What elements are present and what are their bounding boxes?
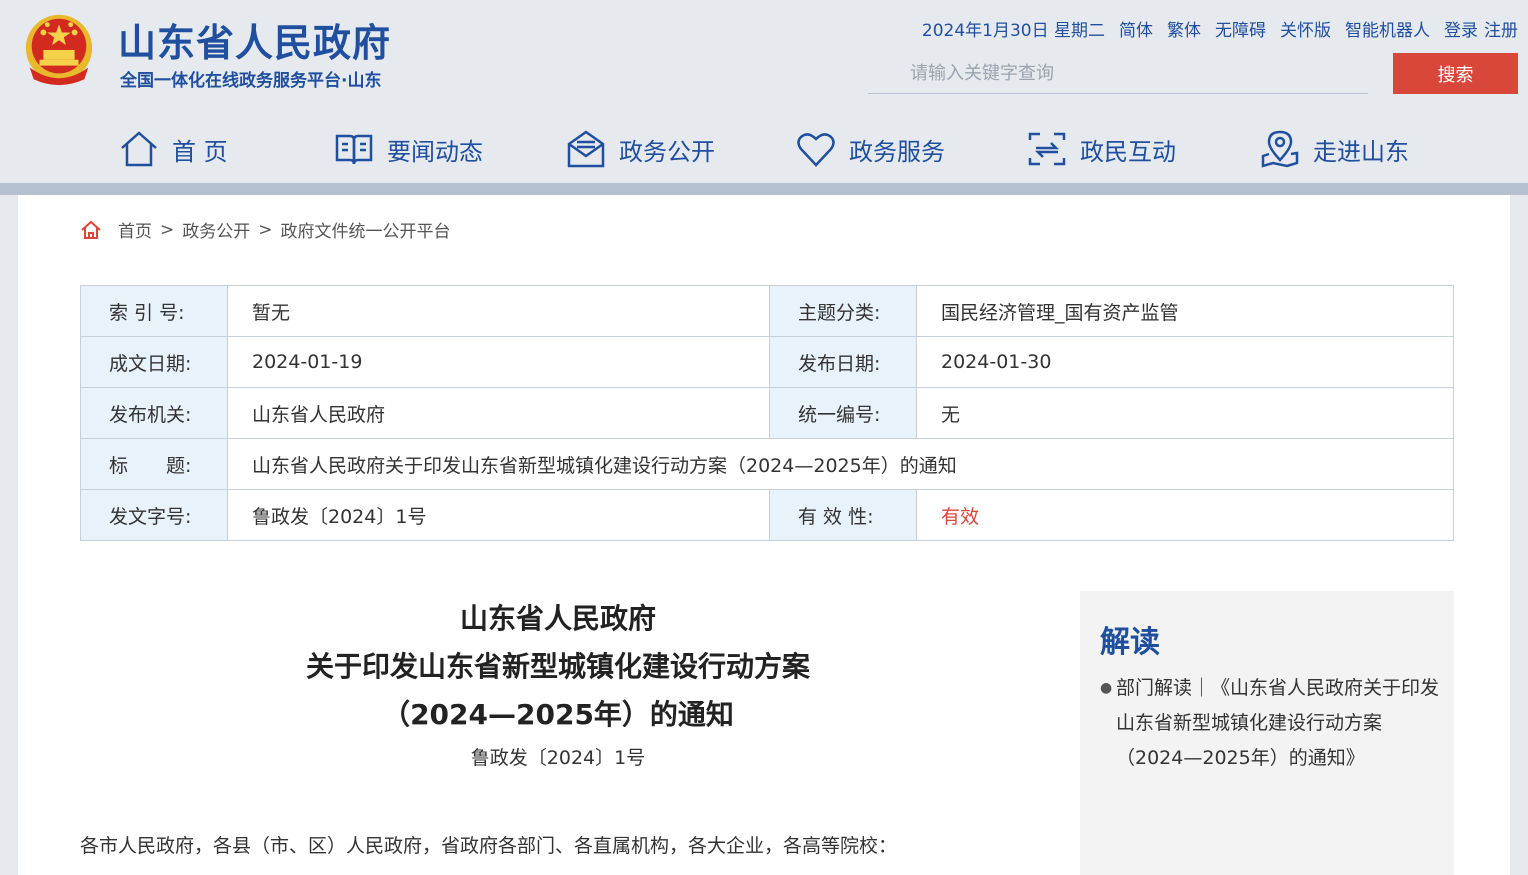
- elder-mode-link[interactable]: 关怀版: [1280, 16, 1331, 41]
- site-subtitle: 全国一体化在线政务服务平台·山东: [120, 71, 382, 91]
- interpretation-link-text: 部门解读｜《山东省人民政府关于印发山东省新型城镇化建设行动方案（2024—202…: [1116, 677, 1440, 769]
- nav-news-label: 要闻动态: [387, 137, 483, 166]
- publish-date-label: 发布日期:: [769, 336, 917, 388]
- publish-date-value: 2024-01-30: [916, 336, 1454, 388]
- written-date-value: 2024-01-19: [227, 336, 770, 388]
- table-row: 索 引 号: 暂无 主题分类: 国民经济管理_国有资产监管: [80, 285, 1454, 337]
- breadcrumb: 首页 > 政务公开 > 政府文件统一公开平台: [80, 217, 451, 242]
- search-button[interactable]: 搜索: [1393, 53, 1518, 94]
- robot-link[interactable]: 智能机器人: [1345, 16, 1430, 41]
- top-links: 2024年1月30日 星期二 简体 繁体 无障碍 关怀版 智能机器人 登录 注册: [922, 16, 1518, 41]
- publisher-value: 山东省人民政府: [227, 387, 770, 439]
- document-salutation: 各市人民政府，各县（市、区）人民政府，省政府各部门、各直属机构，各大企业，各高等…: [80, 835, 898, 857]
- search-input[interactable]: [868, 54, 1368, 94]
- index-label: 索 引 号:: [80, 285, 228, 337]
- interpretation-link[interactable]: ● 部门解读｜《山东省人民政府关于印发山东省新型城镇化建设行动方案（2024—2…: [1100, 671, 1440, 776]
- nav-gov-service-label: 政务服务: [849, 137, 945, 166]
- login-link[interactable]: 登录: [1444, 16, 1478, 41]
- site-title[interactable]: 山东省人民政府: [118, 12, 391, 67]
- nav-home-label: 首 页: [172, 137, 228, 166]
- national-emblem-icon: [25, 14, 93, 86]
- document-title-line1: 山东省人民政府: [459, 602, 656, 635]
- validity-label: 有 效 性:: [769, 489, 917, 541]
- nav-about-shandong-label: 走进山东: [1313, 137, 1409, 166]
- nav-interaction-label: 政民互动: [1080, 137, 1176, 166]
- breadcrumb-gov-open[interactable]: 政务公开: [182, 217, 250, 242]
- interpretation-panel: 解读 ● 部门解读｜《山东省人民政府关于印发山东省新型城镇化建设行动方案（202…: [1080, 591, 1454, 875]
- document-title-line3: （2024—2025年）的通知: [382, 698, 734, 731]
- document-title: 山东省人民政府 关于印发山东省新型城镇化建设行动方案 （2024—2025年）的…: [158, 595, 958, 739]
- document-meta-table: 索 引 号: 暂无 主题分类: 国民经济管理_国有资产监管 成文日期: 2024…: [80, 285, 1454, 541]
- main-nav: 首 页 要闻动态 政务公开 政务服务 政民互动 走进山东: [0, 120, 1528, 184]
- index-value: 暂无: [227, 285, 770, 337]
- nav-about-shandong[interactable]: 走进山东: [1259, 128, 1409, 170]
- book-icon: [335, 134, 373, 165]
- heart-icon: [797, 133, 835, 167]
- nav-news[interactable]: 要闻动态: [333, 128, 483, 170]
- breadcrumb-separator: >: [160, 219, 175, 240]
- main-content: 首页 > 政务公开 > 政府文件统一公开平台 索 引 号: 暂无 主题分类: 国…: [18, 195, 1510, 875]
- traditional-chinese-link[interactable]: 繁体: [1167, 16, 1201, 41]
- current-date: 2024年1月30日 星期二: [921, 21, 1105, 41]
- unified-code-label: 统一编号:: [769, 387, 917, 439]
- register-link[interactable]: 注册: [1484, 16, 1518, 41]
- table-row: 发文字号: 鲁政发〔2024〕1号 有 效 性: 有效: [80, 489, 1454, 541]
- mail-icon: [567, 130, 605, 168]
- unified-code-value: 无: [916, 387, 1454, 439]
- written-date-label: 成文日期:: [80, 336, 228, 388]
- site-header: 山东省人民政府 全国一体化在线政务服务平台·山东 2024年1月30日 星期二 …: [0, 0, 1528, 195]
- topic-value: 国民经济管理_国有资产监管: [916, 285, 1454, 337]
- doc-number-value: 鲁政发〔2024〕1号: [227, 489, 770, 541]
- breadcrumb-home[interactable]: 首页: [118, 217, 152, 242]
- title-value: 山东省人民政府关于印发山东省新型城镇化建设行动方案（2024—2025年）的通知: [227, 438, 1454, 490]
- table-row: 发布机关: 山东省人民政府 统一编号: 无: [80, 387, 1454, 439]
- nav-home[interactable]: 首 页: [118, 128, 228, 170]
- interact-icon: [1028, 132, 1066, 166]
- breadcrumb-home-icon: [81, 220, 101, 239]
- simplified-chinese-link[interactable]: 简体: [1119, 16, 1153, 41]
- auth-links: 登录 注册: [1444, 16, 1518, 41]
- bullet-icon: ●: [1100, 680, 1113, 696]
- nav-interaction[interactable]: 政民互动: [1026, 128, 1176, 170]
- nav-gov-open[interactable]: 政务公开: [565, 128, 715, 170]
- accessibility-link[interactable]: 无障碍: [1215, 16, 1266, 41]
- table-row: 成文日期: 2024-01-19 发布日期: 2024-01-30: [80, 336, 1454, 388]
- validity-value: 有效: [916, 489, 1454, 541]
- topic-label: 主题分类:: [769, 285, 917, 337]
- table-row: 标 题: 山东省人民政府关于印发山东省新型城镇化建设行动方案（2024—2025…: [80, 438, 1454, 490]
- home-icon: [121, 131, 157, 167]
- nav-gov-open-label: 政务公开: [619, 137, 715, 166]
- nav-divider: [0, 183, 1528, 195]
- nav-gov-service[interactable]: 政务服务: [795, 128, 945, 170]
- doc-number-label: 发文字号:: [80, 489, 228, 541]
- title-label: 标 题:: [80, 438, 228, 490]
- breadcrumb-doc-platform[interactable]: 政府文件统一公开平台: [281, 217, 451, 242]
- document-number: 鲁政发〔2024〕1号: [470, 747, 646, 769]
- publisher-label: 发布机关:: [80, 387, 228, 439]
- interpretation-title: 解读: [1100, 625, 1160, 660]
- breadcrumb-separator: >: [258, 219, 273, 240]
- document-title-line2: 关于印发山东省新型城镇化建设行动方案: [305, 650, 810, 683]
- location-icon: [1261, 130, 1299, 168]
